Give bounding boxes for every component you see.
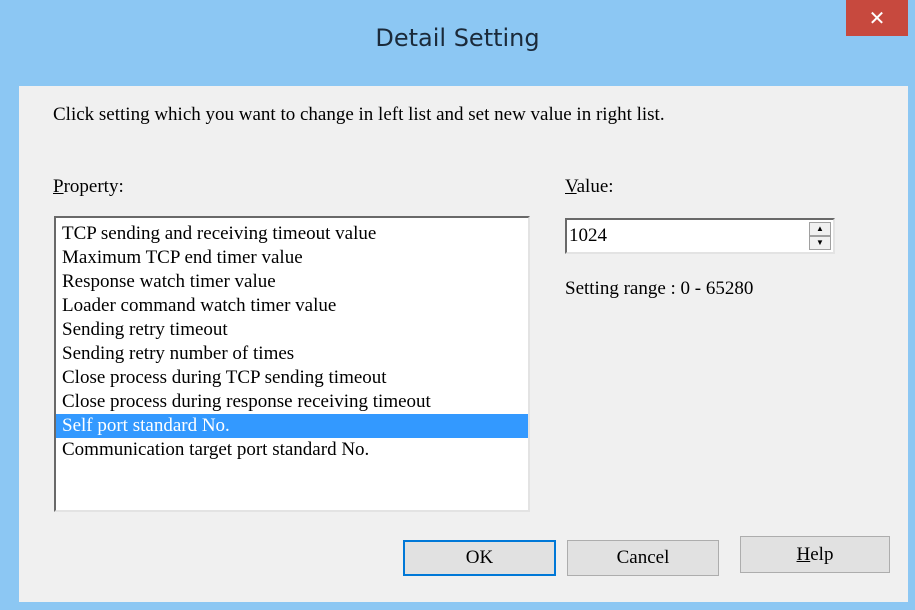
property-list-item[interactable]: Response watch timer value <box>56 270 528 294</box>
value-input[interactable] <box>569 222 789 250</box>
chevron-up-icon: ▲ <box>816 224 824 233</box>
property-label-mnemonic: P <box>53 176 64 197</box>
property-list-item[interactable]: Communication target port standard No. <box>56 438 528 462</box>
cancel-button-label: Cancel <box>616 547 670 568</box>
close-icon: ✕ <box>868 6 886 30</box>
value-label-mnemonic: V <box>565 176 577 197</box>
property-list-item[interactable]: Close process during TCP sending timeout <box>56 366 528 390</box>
property-list-item[interactable]: Sending retry number of times <box>56 342 528 366</box>
property-label-rest: roperty: <box>63 176 124 197</box>
property-list-item[interactable]: Sending retry timeout <box>56 318 528 342</box>
property-list-item[interactable]: Self port standard No. <box>56 414 528 438</box>
property-list-item[interactable]: Close process during response receiving … <box>56 390 528 414</box>
setting-range-text: Setting range : 0 - 65280 <box>565 278 754 299</box>
detail-setting-dialog: Detail Setting ✕ Click setting which you… <box>0 0 915 610</box>
title-bar[interactable]: Detail Setting ✕ <box>0 0 915 86</box>
value-spinner[interactable]: ▲ ▼ <box>565 218 835 254</box>
cancel-button[interactable]: Cancel <box>567 540 719 576</box>
property-list: TCP sending and receiving timeout value M… <box>56 218 528 462</box>
help-button[interactable]: Help <box>740 536 890 573</box>
property-list-item[interactable]: Maximum TCP end timer value <box>56 246 528 270</box>
close-button[interactable]: ✕ <box>846 0 908 36</box>
window-title: Detail Setting <box>375 24 540 52</box>
ok-button[interactable]: OK <box>403 540 556 576</box>
value-label: Value: <box>565 176 614 198</box>
help-button-rest: elp <box>810 543 834 565</box>
ok-button-label: OK <box>465 547 494 568</box>
value-label-rest: alue: <box>576 176 614 197</box>
spin-up-button[interactable]: ▲ <box>809 222 831 236</box>
property-listbox[interactable]: TCP sending and receiving timeout value M… <box>54 216 530 512</box>
instruction-text: Click setting which you want to change i… <box>53 104 665 125</box>
help-button-mnemonic: H <box>796 543 811 565</box>
property-label: Property: <box>53 176 124 198</box>
dialog-body: Click setting which you want to change i… <box>19 86 908 602</box>
chevron-down-icon: ▼ <box>816 238 824 247</box>
property-list-item[interactable]: Loader command watch timer value <box>56 294 528 318</box>
property-list-item[interactable]: TCP sending and receiving timeout value <box>56 222 528 246</box>
spin-down-button[interactable]: ▼ <box>809 236 831 250</box>
spin-buttons: ▲ ▼ <box>809 222 831 250</box>
